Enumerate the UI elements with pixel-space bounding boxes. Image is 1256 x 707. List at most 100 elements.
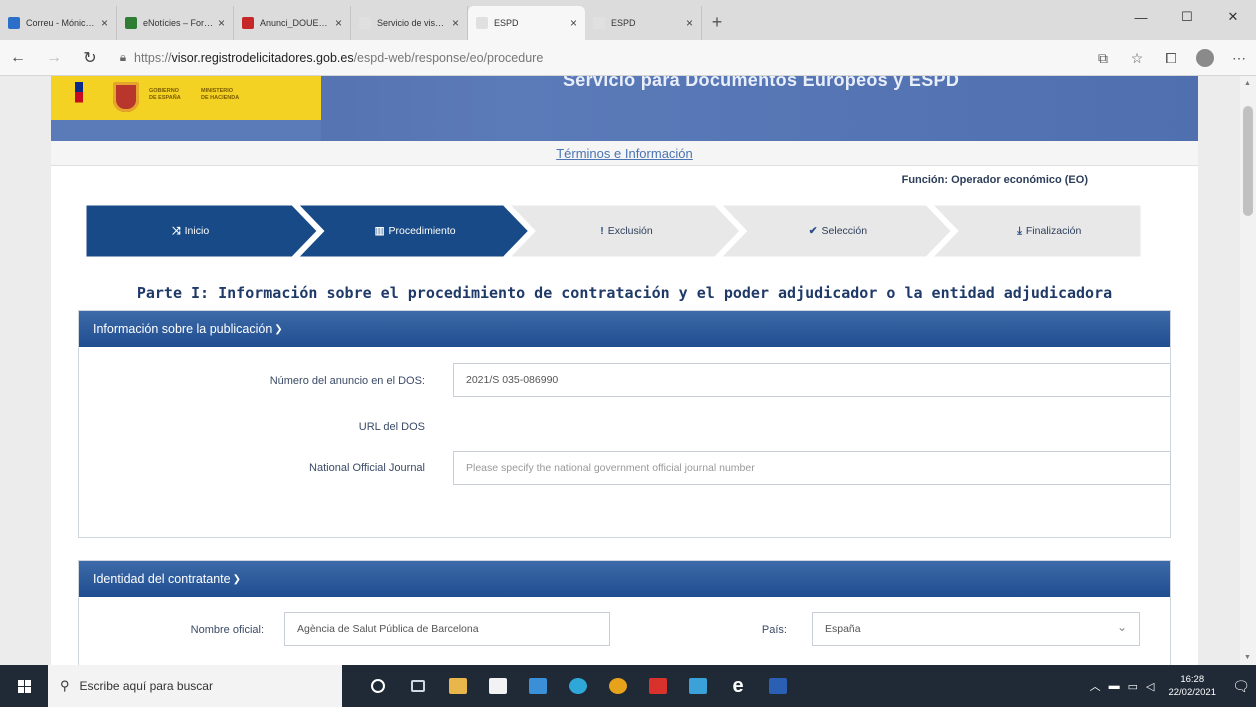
dos-number-row: Número del anuncio en el DOS: (79, 364, 425, 398)
country-select[interactable]: España (812, 612, 1140, 646)
browser-tab-2[interactable]: eNotícies – Formes I × (117, 6, 234, 40)
battery-icon[interactable]: ▭ (1128, 680, 1138, 693)
tab-favicon-icon (593, 17, 605, 29)
notes-app-icon[interactable] (438, 665, 478, 707)
reader-mode-icon[interactable]: ⧉ (1086, 50, 1120, 67)
edge-icon[interactable] (558, 665, 598, 707)
mail-icon[interactable] (518, 665, 558, 707)
role-label: Función: Operador económico (EO) (901, 174, 1088, 186)
chrome-icon[interactable] (598, 665, 638, 707)
show-hidden-icons[interactable]: ︿ (1090, 678, 1101, 694)
government-logo: GOBIERNO DE ESPAÑA MINISTERIO DE HACIENDA (51, 76, 321, 120)
maximize-button[interactable]: ☐ (1164, 0, 1210, 34)
network-icon[interactable]: ▬ (1109, 680, 1120, 692)
tab-close-icon[interactable]: × (570, 16, 577, 30)
cortana-icon[interactable] (358, 665, 398, 707)
scrollbar-thumb[interactable] (1243, 106, 1253, 216)
windows-taskbar: ⚲ Escribe aquí para buscar e ︿ ▬ ▭ ◁ 16:… (0, 665, 1256, 707)
publication-panel-title: Información sobre la publicación (93, 322, 273, 336)
taskbar-apps: e (358, 665, 798, 707)
step-label: Procedimiento (388, 225, 456, 237)
step-icon: ⤨ (172, 224, 181, 237)
contracting-panel: Identidad del contratante ❯ Nombre ofici… (78, 560, 1171, 665)
dos-number-input[interactable]: 2021/S 035-086990 (453, 363, 1171, 397)
national-journal-row: National Official Journal (79, 451, 425, 485)
address-bar: ← → ↻ 🔒︎ https:// visor.registrodelicita… (0, 40, 1256, 76)
country-row: País: (79, 613, 787, 647)
country-label: País: (761, 624, 787, 636)
profile-avatar[interactable] (1196, 49, 1214, 67)
tab-close-icon[interactable]: × (218, 16, 225, 30)
browser-tab-5[interactable]: ESPD × (468, 6, 585, 40)
word-icon[interactable] (758, 665, 798, 707)
page-viewport: Servicio para Documentos Europeos y ESPD… (0, 76, 1240, 665)
taskbar-search-placeholder: Escribe aquí para buscar (79, 679, 213, 693)
url-path: /espd-web/response/eo/procedure (353, 50, 544, 65)
browser-tab-1[interactable]: Correu - Mónica Ro × (0, 6, 117, 40)
volume-icon[interactable]: ◁ (1146, 680, 1154, 693)
banner-strip (51, 120, 321, 141)
tab-strip: Correu - Mónica Ro × eNotícies – Formes I ×… (0, 0, 702, 40)
url-prefix: https:// (134, 50, 172, 65)
start-button[interactable] (0, 665, 48, 707)
notification-center-icon[interactable]: 🗨︎ (1226, 665, 1256, 707)
new-tab-button[interactable]: + (702, 4, 732, 40)
step-icon: ✔ (808, 225, 818, 237)
scroll-down-icon[interactable]: ▼ (1244, 654, 1251, 661)
step-inicio[interactable]: ⤨ Inicio (85, 204, 296, 258)
browser-tab-3[interactable]: Anunci_DOUE_CON × (234, 6, 351, 40)
publication-panel-header[interactable]: Información sobre la publicación ❯ (79, 311, 1170, 347)
acrobat-icon[interactable] (638, 665, 678, 707)
tab-close-icon[interactable]: × (452, 16, 459, 30)
national-journal-input[interactable]: Please specify the national government o… (453, 451, 1171, 485)
progress-steps-labels: ⤨ Inicio ▥ Procedimiento ! Exclusión ✔ Selecció… (85, 204, 1142, 258)
forward-button[interactable]: → (36, 49, 72, 67)
photos-icon[interactable] (678, 665, 718, 707)
taskbar-search[interactable]: ⚲ Escribe aquí para buscar (48, 665, 342, 707)
url-domain: visor.registrodelicitadores.gob.es (171, 50, 354, 65)
clock-time: 16:28 (1180, 674, 1205, 685)
step-procedimiento[interactable]: ▥ Procedimiento (322, 204, 507, 258)
tab-close-icon[interactable]: × (686, 16, 693, 30)
terms-link[interactable]: Términos e Información (556, 146, 693, 161)
internet-explorer-icon[interactable]: e (718, 665, 758, 707)
lock-icon: 🔒︎ (119, 50, 127, 64)
clock-date: 22/02/2021 (1168, 687, 1216, 698)
chevron-down-icon: ❯ (232, 573, 241, 585)
tab-favicon-icon (125, 17, 137, 29)
step-label: Selección (821, 225, 868, 237)
back-button[interactable]: ← (0, 49, 36, 67)
collections-icon[interactable]: ⧠ (1154, 50, 1188, 67)
national-journal-label: National Official Journal (309, 462, 425, 474)
step-label: Finalización (1025, 225, 1082, 237)
url-field[interactable]: 🔒︎ https:// visor.registrodelicitadores.… (112, 45, 992, 71)
terms-bar: Términos e Información (51, 141, 1198, 166)
page-scrollbar[interactable]: ▲ ▼ (1240, 76, 1256, 665)
contracting-panel-header[interactable]: Identidad del contratante ❯ (79, 561, 1170, 597)
more-menu-icon[interactable]: ⋯ (1222, 50, 1256, 67)
step-exclusión[interactable]: ! Exclusión (534, 204, 719, 258)
task-view-icon[interactable] (398, 665, 438, 707)
browser-tab-4[interactable]: Servicio de visualiza × (351, 6, 468, 40)
logo-text-gov: GOBIERNO DE ESPAÑA (149, 88, 181, 101)
dos-url-row: URL del DOS (79, 417, 425, 437)
scroll-up-icon[interactable]: ▲ (1244, 80, 1251, 87)
clock[interactable]: 16:28 22/02/2021 (1168, 673, 1216, 699)
step-icon: ! (600, 225, 604, 237)
tab-favicon-icon (242, 17, 254, 29)
tab-label: Correu - Mónica Ro (26, 18, 97, 28)
store-icon[interactable] (478, 665, 518, 707)
flag-icon (75, 82, 83, 116)
tab-close-icon[interactable]: × (335, 16, 342, 30)
dos-url-label: URL del DOS (358, 421, 425, 433)
browser-tab-bar: Correu - Mónica Ro × eNotícies – Formes I ×… (0, 0, 1256, 40)
step-selección[interactable]: ✔ Selección (745, 204, 930, 258)
close-window-button[interactable]: ✕ (1210, 0, 1256, 34)
minimize-button[interactable]: — (1118, 0, 1164, 34)
tab-close-icon[interactable]: × (101, 16, 108, 30)
browser-tab-6[interactable]: ESPD × (585, 6, 702, 40)
step-finalización[interactable]: ⤓ Finalización (957, 204, 1142, 258)
refresh-button[interactable]: ↻ (72, 48, 108, 68)
step-icon: ⤓ (1017, 224, 1022, 237)
favorites-icon[interactable]: ☆ (1120, 50, 1154, 67)
